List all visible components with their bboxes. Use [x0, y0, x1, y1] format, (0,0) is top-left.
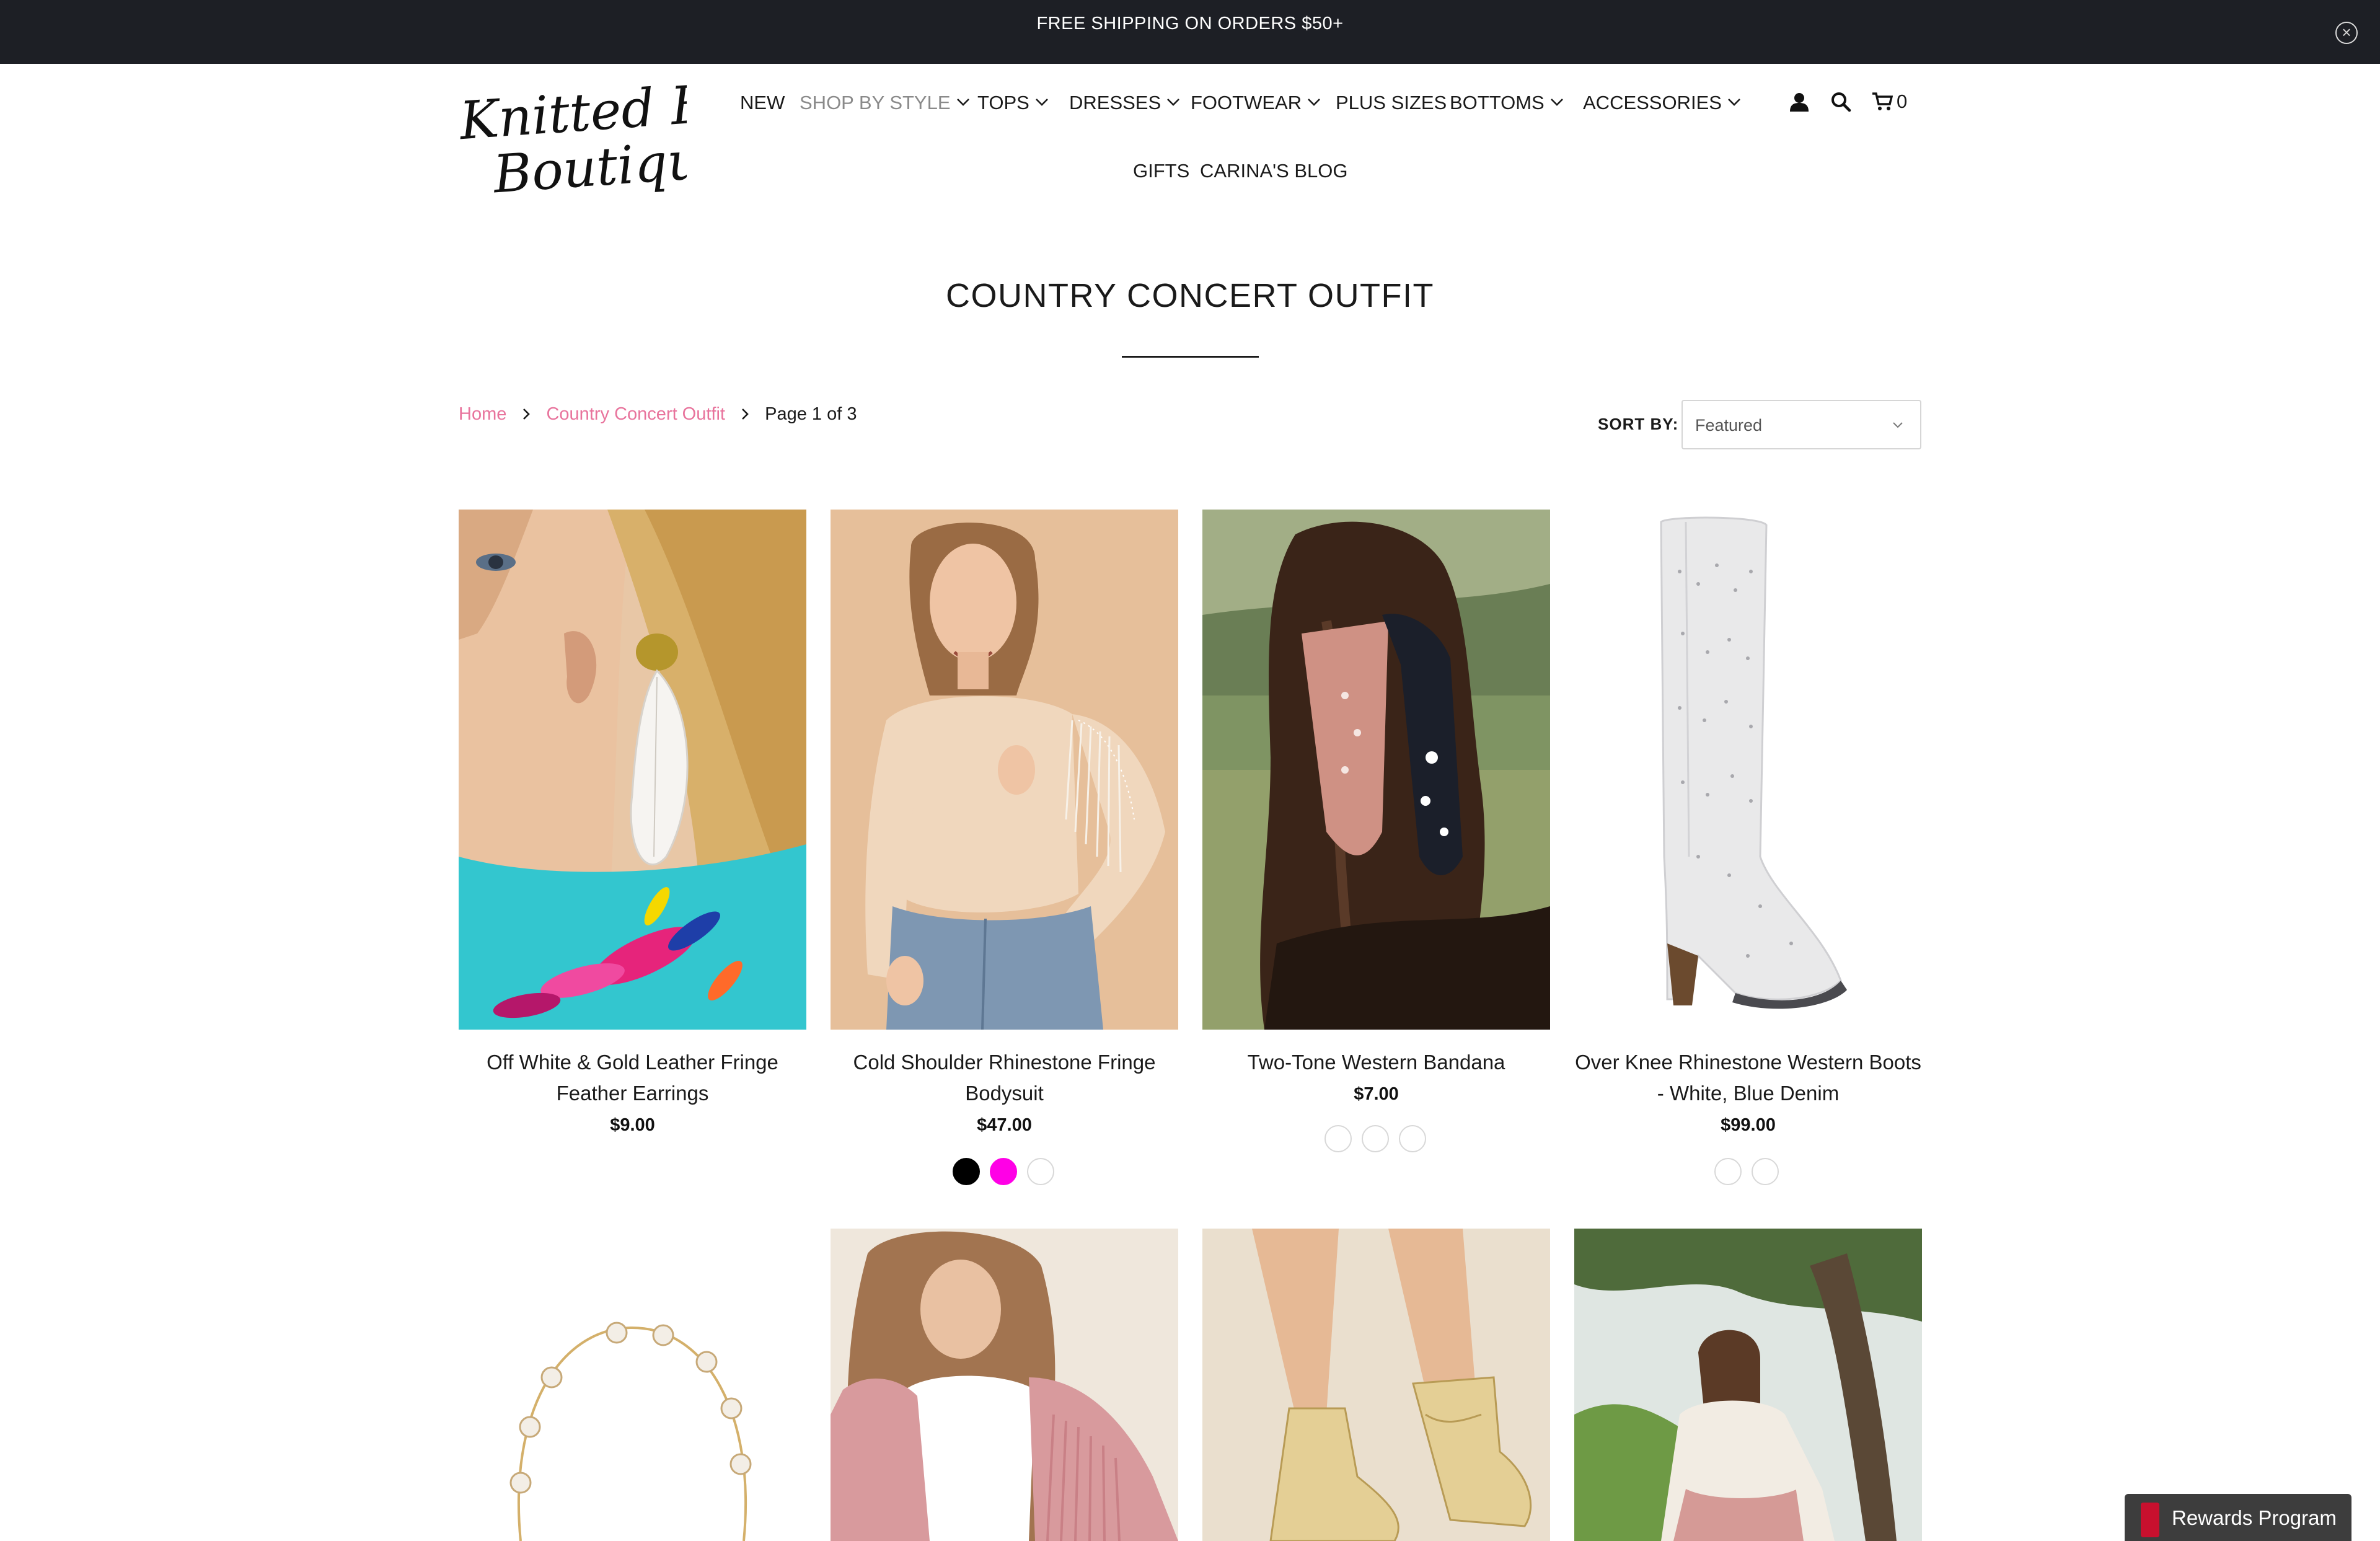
- chevron-down-icon: [1893, 422, 1903, 428]
- close-icon[interactable]: ×: [2335, 22, 2358, 44]
- color-swatch[interactable]: [1362, 1125, 1389, 1152]
- nav-item-shop-by-style[interactable]: SHOP BY STYLE: [800, 92, 971, 114]
- sort-label: SORT BY:: [1598, 415, 1679, 433]
- product-image-fringe-jacket[interactable]: [831, 1229, 1178, 1541]
- sort-select[interactable]: Featured: [1681, 400, 1921, 449]
- search-icon[interactable]: [1830, 91, 1851, 112]
- product-image-boots[interactable]: [1574, 510, 1922, 1030]
- chevron-down-icon: [1550, 99, 1563, 106]
- nav-item-carinas-blog[interactable]: CARINA'S BLOG: [1200, 160, 1347, 182]
- product-image-earrings[interactable]: [459, 510, 806, 1030]
- product-image-bodysuit[interactable]: [831, 510, 1178, 1030]
- rewards-icon: [2141, 1503, 2159, 1537]
- nav-item-gifts[interactable]: GIFTS: [1133, 160, 1189, 182]
- product-image-gold-boots[interactable]: [1202, 1229, 1550, 1541]
- announcement-bar: FREE SHIPPING ON ORDERS $50+ ×: [0, 0, 2380, 64]
- nav-item-new[interactable]: NEW: [740, 92, 785, 114]
- product-price: $99.00: [1721, 1115, 1776, 1135]
- product-image-cardigan[interactable]: [1574, 1229, 1922, 1541]
- breadcrumb: Home Country Concert Outfit Page 1 of 3: [459, 404, 857, 425]
- nav-item-dresses[interactable]: DRESSES: [1069, 92, 1181, 114]
- chevron-down-icon: [1167, 99, 1180, 106]
- announcement-text: FREE SHIPPING ON ORDERS $50+: [1036, 14, 1344, 33]
- color-swatch[interactable]: [1714, 1158, 1742, 1185]
- cart-count[interactable]: 0: [1897, 91, 1907, 113]
- color-swatch-white[interactable]: [1027, 1158, 1054, 1185]
- chevron-right-icon: [742, 408, 749, 420]
- product-title[interactable]: Over Knee Rhinestone Western Boots - Whi…: [1574, 1047, 1922, 1109]
- product-title[interactable]: Off White & Gold Leather Fringe Feather …: [459, 1047, 806, 1109]
- nav-item-footwear[interactable]: FOOTWEAR: [1191, 92, 1321, 114]
- color-swatch[interactable]: [1752, 1158, 1779, 1185]
- chevron-down-icon: [1035, 99, 1048, 106]
- nav-item-bottoms[interactable]: BOTTOMS: [1450, 92, 1564, 114]
- product-image-headband[interactable]: [459, 1229, 806, 1541]
- product-price: $47.00: [977, 1115, 1032, 1135]
- product-image-bandana[interactable]: [1202, 510, 1550, 1030]
- breadcrumb-home[interactable]: Home: [459, 404, 506, 424]
- color-swatch-pink[interactable]: [990, 1158, 1017, 1185]
- sort-value: Featured: [1695, 416, 1763, 435]
- nav-item-tops[interactable]: TOPS: [977, 92, 1049, 114]
- product-title[interactable]: Cold Shoulder Rhinestone Fringe Bodysuit: [831, 1047, 1178, 1109]
- product-price: $7.00: [1354, 1084, 1399, 1104]
- cart-icon[interactable]: [1872, 92, 1893, 112]
- brand-logo[interactable]: Knitted Belle Boutique: [456, 67, 806, 205]
- product-price: $9.00: [610, 1115, 655, 1135]
- color-swatch[interactable]: [1324, 1125, 1352, 1152]
- chevron-right-icon: [523, 408, 531, 420]
- title-divider: [1122, 356, 1259, 358]
- breadcrumb-collection[interactable]: Country Concert Outfit: [546, 404, 725, 424]
- chevron-down-icon: [1308, 99, 1321, 106]
- page-title: COUNTRY CONCERT OUTFIT: [945, 277, 1435, 314]
- chevron-down-icon: [956, 99, 969, 106]
- breadcrumb-current: Page 1 of 3: [765, 404, 857, 424]
- nav-item-plus-sizes[interactable]: PLUS SIZES: [1336, 92, 1447, 114]
- color-swatch-black[interactable]: [953, 1158, 980, 1185]
- nav-item-accessories[interactable]: ACCESSORIES: [1583, 92, 1742, 114]
- rewards-program-button[interactable]: Rewards Program: [2125, 1494, 2351, 1541]
- rewards-label: Rewards Program: [2172, 1506, 2337, 1529]
- color-swatch[interactable]: [1399, 1125, 1426, 1152]
- product-title[interactable]: Two-Tone Western Bandana: [1202, 1047, 1550, 1078]
- chevron-down-icon: [1728, 99, 1740, 106]
- account-icon[interactable]: [1789, 91, 1810, 112]
